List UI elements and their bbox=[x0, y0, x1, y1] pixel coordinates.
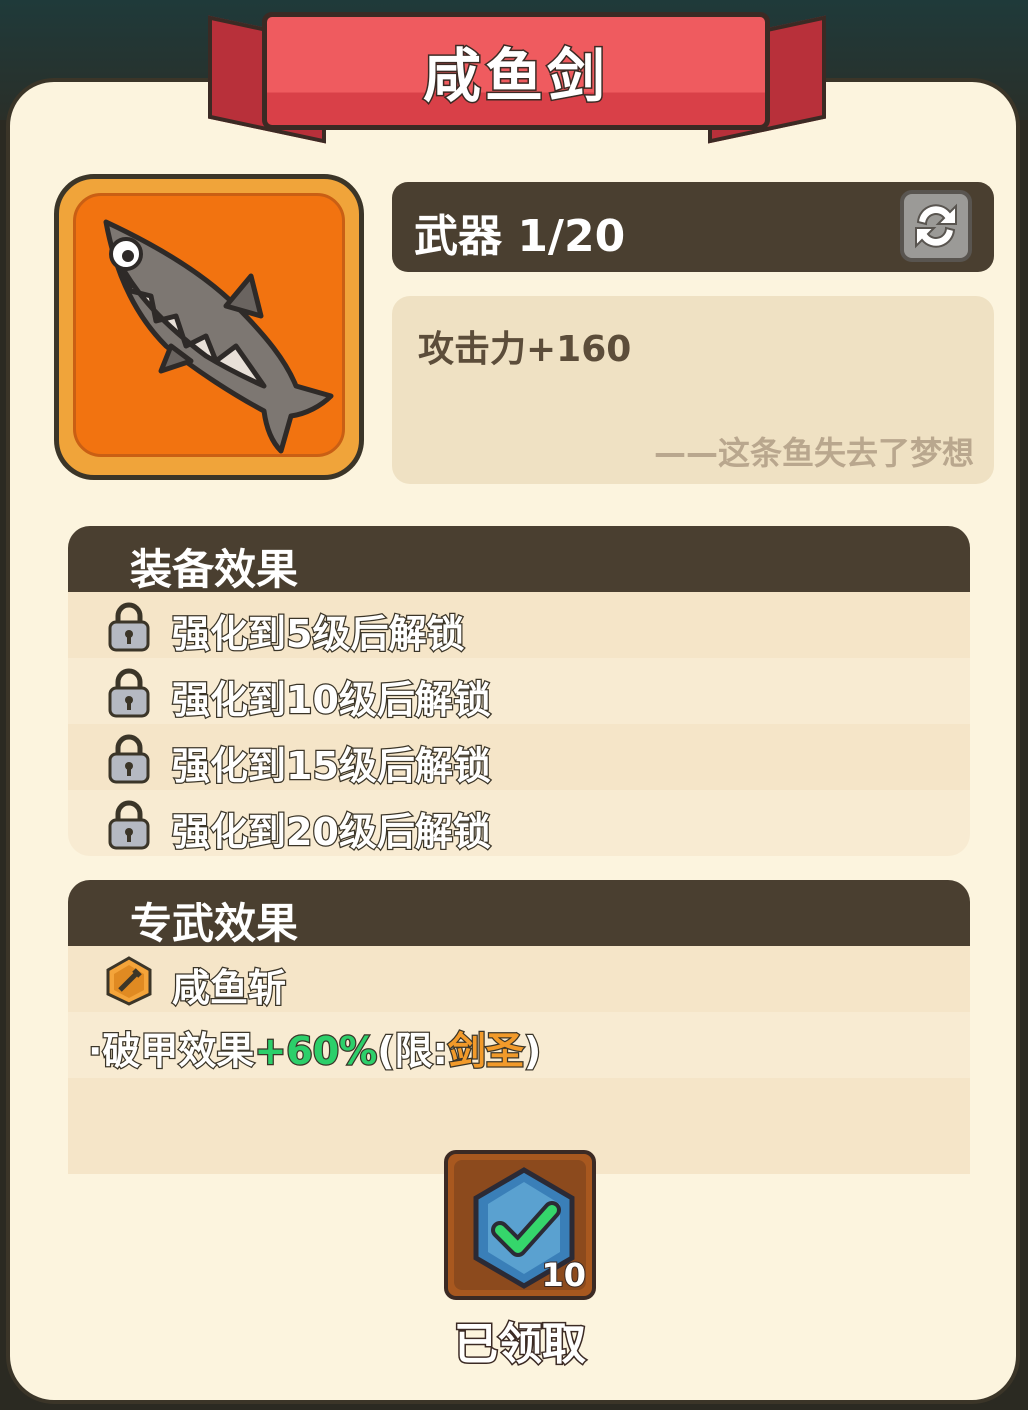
lock-icon bbox=[108, 602, 150, 652]
effect-row: ·破甲效果+60%(限:剑圣) bbox=[68, 1012, 970, 1078]
weapon-icon-frame bbox=[54, 174, 364, 480]
reward-count: 10 bbox=[540, 1255, 587, 1295]
effect-prefix: ·破甲效果 bbox=[87, 1028, 256, 1075]
equip-effects-header: 装备效果 bbox=[68, 526, 970, 594]
equip-effects-title: 装备效果 bbox=[130, 545, 299, 594]
list-item: 强化到10级后解锁 bbox=[68, 658, 970, 724]
unlock-condition: 强化到20级后解锁 bbox=[171, 809, 492, 856]
unlock-condition: 强化到10级后解锁 bbox=[171, 677, 492, 724]
lock-icon bbox=[108, 668, 150, 718]
effect-value: +60% bbox=[253, 1028, 378, 1075]
title-ribbon: 咸鱼剑 bbox=[262, 12, 770, 130]
weapon-type-bar: 武器 1/20 bbox=[392, 182, 994, 272]
weapon-description: 攻击力+160 ——这条鱼失去了梦想 bbox=[392, 296, 994, 484]
lock-icon bbox=[108, 800, 150, 850]
unlock-condition: 强化到15级后解锁 bbox=[171, 743, 492, 790]
flavor-quote: ——这条鱼失去了梦想 bbox=[653, 434, 974, 472]
effect-restrict-open: (限: bbox=[376, 1028, 449, 1075]
effect-description: ·破甲效果+60%(限:剑圣) bbox=[87, 1020, 543, 1075]
equip-effects-section: 装备效果 强化到5级后解锁 强化到10级后解锁 强化到15级后解锁 强化到20级… bbox=[68, 526, 970, 856]
swap-icon bbox=[915, 203, 957, 249]
effect-restrict-class: 剑圣 bbox=[447, 1028, 526, 1075]
list-item: 强化到20级后解锁 bbox=[68, 790, 970, 856]
hex-sword-icon bbox=[106, 956, 152, 1006]
item-title: 咸鱼剑 bbox=[421, 41, 609, 112]
attack-stat: 攻击力+160 bbox=[418, 329, 632, 370]
effect-restrict-close: ) bbox=[523, 1028, 543, 1075]
exclusive-effects-header: 专武效果 bbox=[68, 880, 970, 948]
exclusive-effects-title: 专武效果 bbox=[130, 899, 299, 948]
skill-name: 咸鱼斩 bbox=[171, 965, 288, 1012]
swap-button[interactable] bbox=[900, 190, 972, 262]
salted-fish-sword-icon bbox=[103, 219, 334, 454]
claimed-status: 已领取 bbox=[453, 1318, 588, 1372]
list-item: 强化到15级后解锁 bbox=[68, 724, 970, 790]
exclusive-effects-section: 专武效果 咸鱼斩 ·破甲效果+60%(限:剑圣) bbox=[68, 880, 970, 1174]
skill-row: 咸鱼斩 bbox=[68, 946, 970, 1012]
weapon-icon-bg bbox=[73, 193, 345, 457]
weapon-type-label: 武器 1/20 bbox=[414, 211, 626, 262]
unlock-condition: 强化到5级后解锁 bbox=[171, 611, 466, 658]
lock-icon bbox=[108, 734, 150, 784]
list-item: 强化到5级后解锁 bbox=[68, 592, 970, 658]
reward-slot[interactable]: 10 bbox=[444, 1150, 596, 1300]
